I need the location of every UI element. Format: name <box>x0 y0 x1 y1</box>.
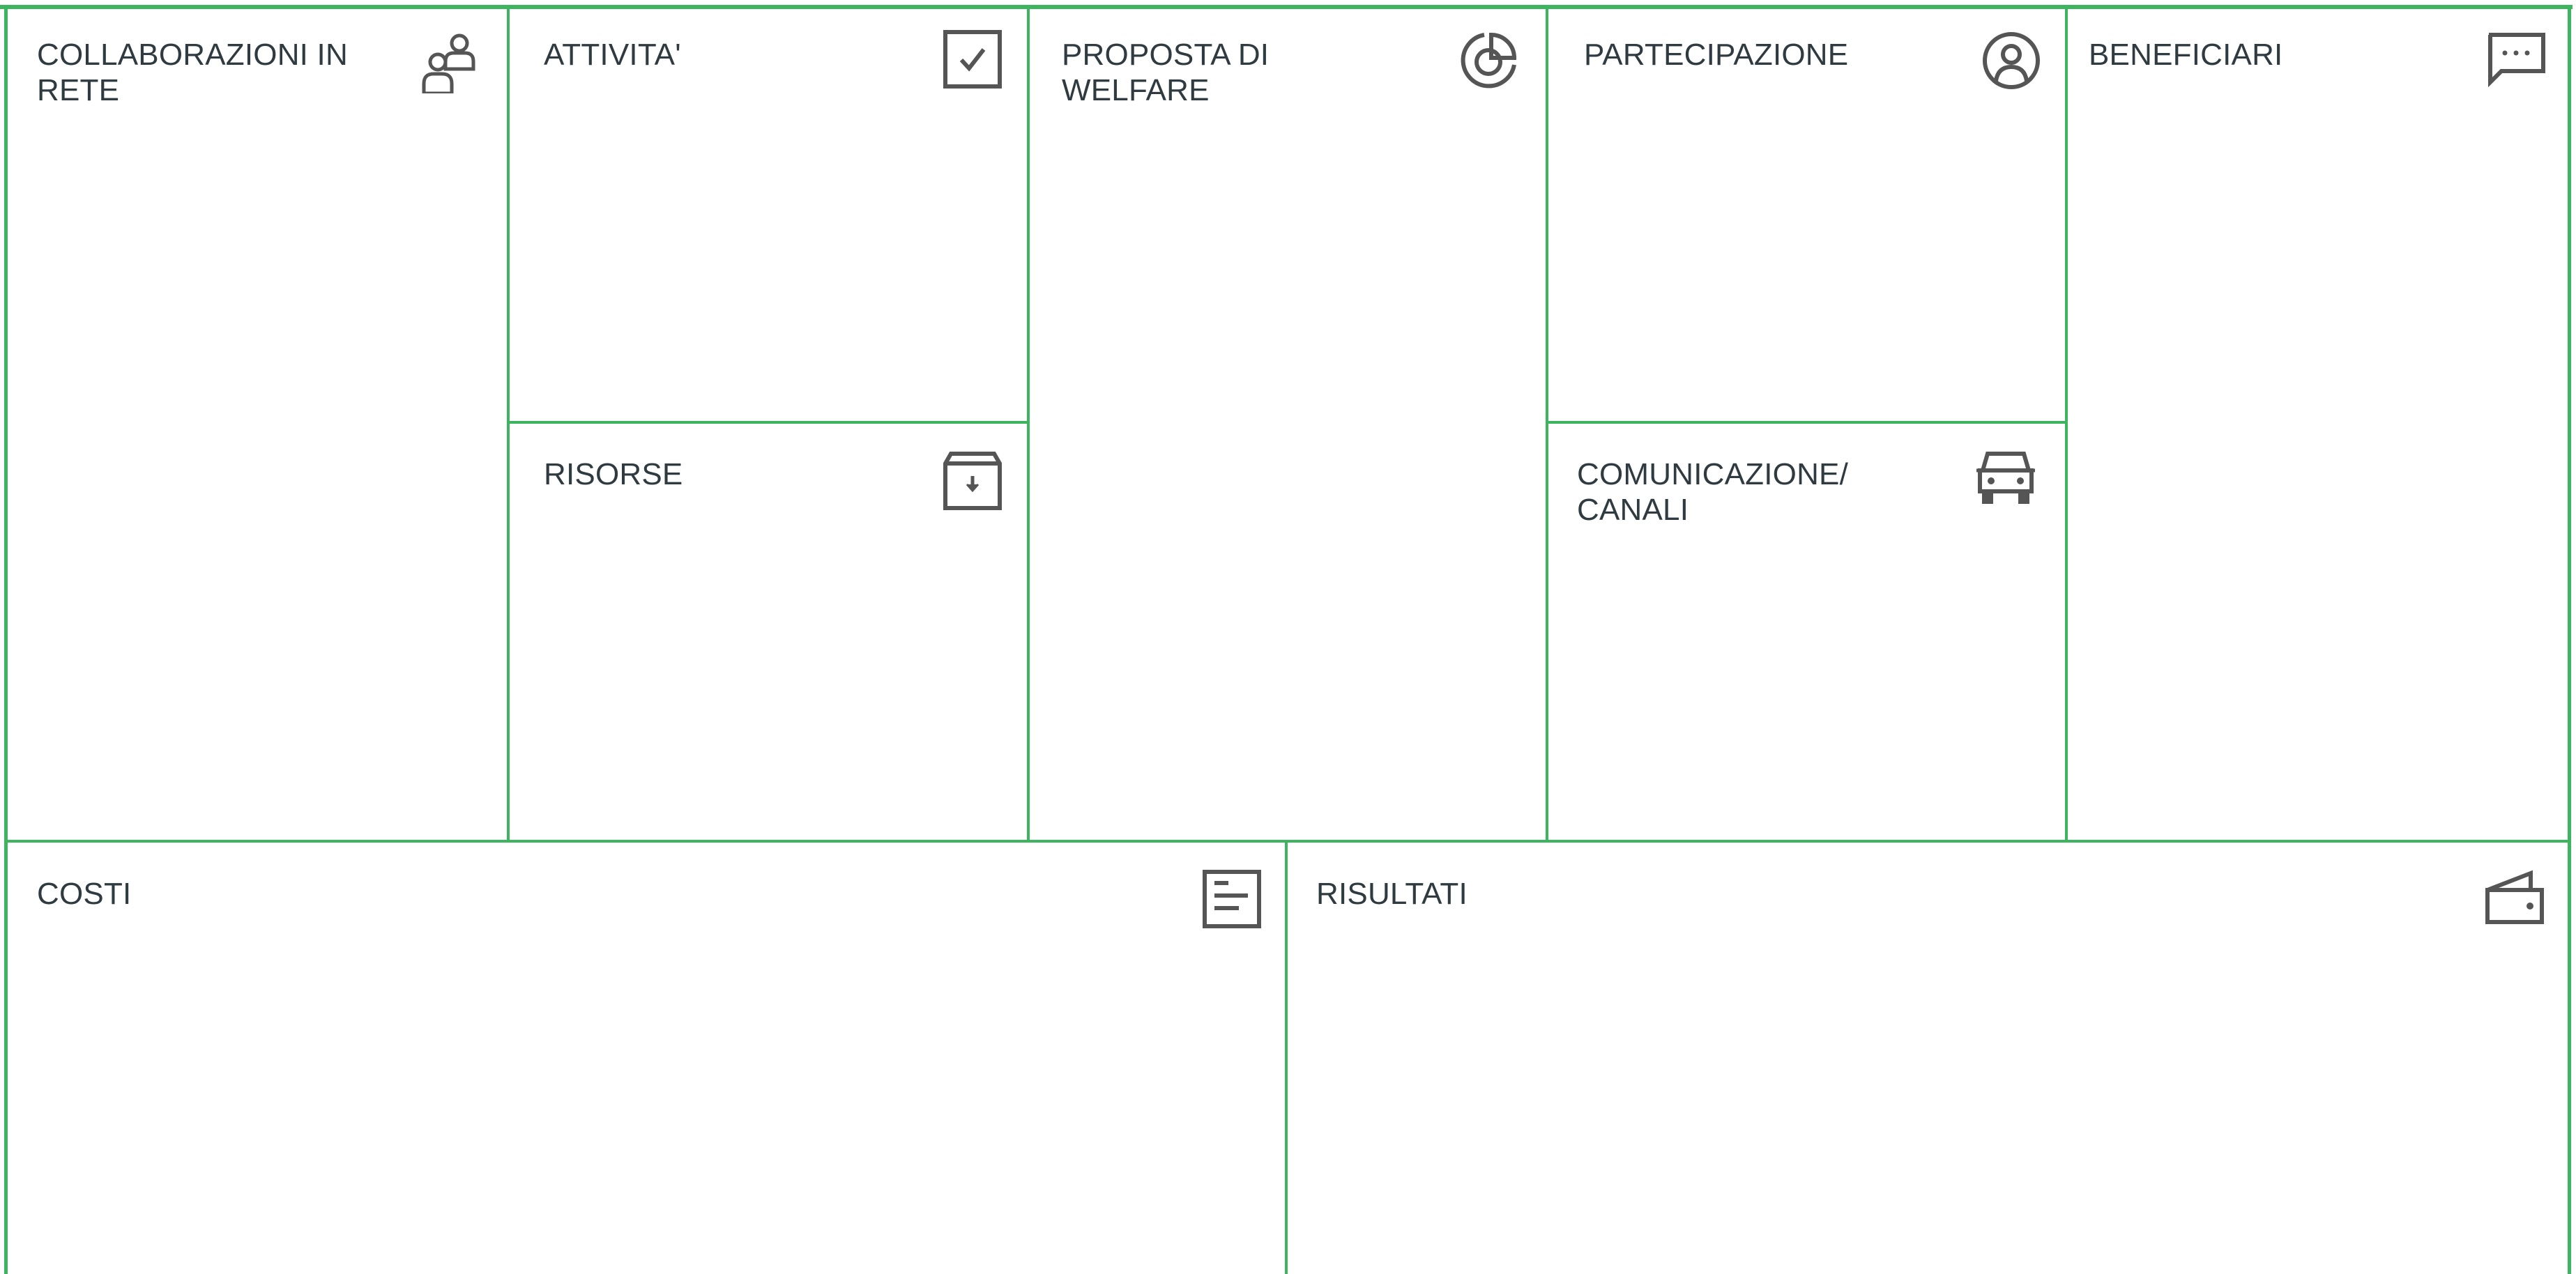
block-title-partecipazione: PARTECIPAZIONE <box>1584 38 1849 72</box>
divider-col-2 <box>1027 7 1030 841</box>
welfare-canvas: COLLABORAZIONI IN RETE ATTIVITA' RISORSE <box>0 0 2576 1274</box>
divider-col-3 <box>1546 7 1548 841</box>
chat-bubble-icon <box>2485 29 2547 92</box>
divider-partecipazione-comunicazione <box>1547 421 2066 424</box>
people-icon <box>417 31 480 93</box>
border-top <box>0 5 2573 9</box>
user-circle-icon <box>1980 29 2043 92</box>
divider-col-4 <box>2065 7 2068 841</box>
block-title-collaborazioni: COLLABORAZIONI IN RETE <box>37 38 348 107</box>
block-title-attivita: ATTIVITA' <box>544 38 681 72</box>
border-left <box>4 5 8 1274</box>
block-title-beneficiari: BENEFICIARI <box>2089 38 2283 72</box>
block-title-risorse: RISORSE <box>544 457 683 491</box>
divider-col-1 <box>507 7 510 841</box>
car-icon <box>1974 450 2037 512</box>
border-right <box>2568 5 2571 1274</box>
divider-attivita-risorse <box>508 421 1028 424</box>
block-title-proposta: PROPOSTA DI WELFARE <box>1062 38 1270 107</box>
block-title-costi: COSTI <box>37 877 132 911</box>
document-list-icon <box>1201 868 1263 930</box>
wallet-icon <box>2483 868 2546 930</box>
pie-chart-icon <box>1457 29 1520 92</box>
divider-middle-horizontal <box>4 840 2571 843</box>
block-title-risultati: RISULTATI <box>1316 877 1468 911</box>
divider-bottom-col <box>1285 841 1288 1274</box>
block-title-comunicazione: COMUNICAZIONE/ CANALI <box>1577 457 1849 527</box>
archive-box-icon <box>941 450 1004 512</box>
checkbox-icon <box>941 28 1004 91</box>
